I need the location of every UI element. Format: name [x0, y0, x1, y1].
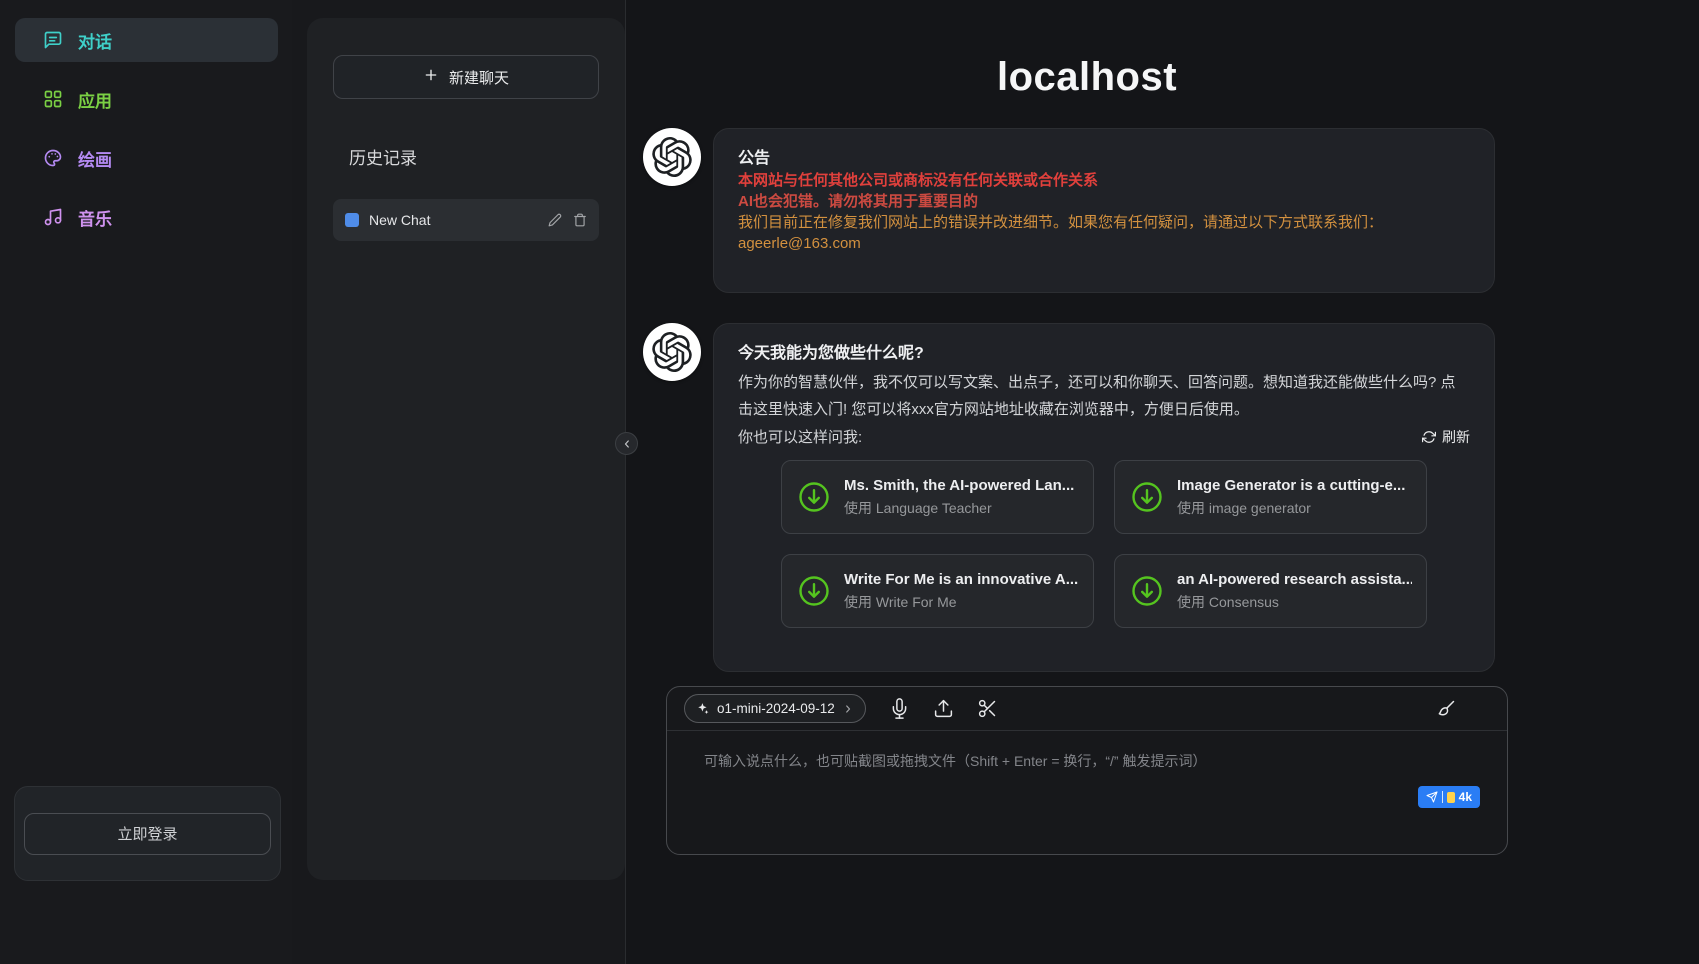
message-announcement: 公告 本网站与任何其他公司或商标没有任何关联或合作关系 AI也会犯错。请勿将其用…: [643, 128, 1495, 293]
sidebar: 对话 应用 绘画 音乐 立即登录: [0, 0, 292, 964]
sidebar-item-chat[interactable]: 对话: [15, 18, 278, 62]
login-button[interactable]: 立即登录: [24, 813, 271, 855]
microphone-icon: [889, 698, 910, 719]
chat-item-title: New Chat: [369, 212, 548, 228]
card-title: an AI-powered research assista...: [1177, 571, 1412, 588]
collapse-sidebar-button[interactable]: [615, 432, 638, 455]
sidebar-item-label: 应用: [78, 87, 112, 112]
card-title: Ms. Smith, the AI-powered Lan...: [844, 477, 1074, 494]
suggestion-card[interactable]: an AI-powered research assista... 使用 Con…: [1114, 554, 1427, 628]
history-title: 历史记录: [349, 144, 625, 169]
composer: o1-mini-2024-09-12: [666, 686, 1508, 855]
bot-avatar: [643, 128, 701, 186]
sidebar-item-label: 绘画: [78, 146, 112, 171]
edit-pencil-icon[interactable]: [548, 213, 562, 227]
card-subtitle: 使用 Language Teacher: [844, 498, 1074, 518]
composer-toolbar: o1-mini-2024-09-12: [667, 687, 1507, 731]
refresh-button[interactable]: 刷新: [1422, 427, 1470, 447]
suggestion-card[interactable]: Image Generator is a cutting-e... 使用 ima…: [1114, 460, 1427, 534]
sparkle-icon: [696, 702, 710, 716]
card-subtitle: 使用 Write For Me: [844, 592, 1078, 612]
suggestion-card[interactable]: Write For Me is an innovative A... 使用 Wr…: [781, 554, 1094, 628]
suggestion-card[interactable]: Ms. Smith, the AI-powered Lan... 使用 Lang…: [781, 460, 1094, 534]
microphone-button[interactable]: [889, 698, 910, 719]
refresh-icon: [1422, 430, 1436, 444]
sidebar-nav: 对话 应用 绘画 音乐: [0, 0, 292, 239]
chat-item-actions: [548, 213, 587, 227]
ask-hint: 你也可以这样问我:: [738, 426, 862, 447]
chevron-right-icon: [842, 703, 854, 715]
bot-avatar: [643, 323, 701, 381]
chat-main: localhost 公告 本网站与任何其他公司或商标没有任何关联或合作关系 AI…: [626, 0, 1699, 964]
chat-list-item[interactable]: New Chat: [333, 199, 599, 241]
new-chat-button[interactable]: 新建聊天: [333, 55, 599, 99]
download-circle-icon: [1129, 573, 1165, 609]
message-welcome: 今天我能为您做些什么呢? 作为你的智慧伙伴，我不仅可以写文案、出点子，还可以和你…: [643, 323, 1495, 672]
card-subtitle: 使用 Consensus: [1177, 592, 1412, 612]
login-panel: 立即登录: [14, 786, 281, 881]
card-subtitle: 使用 image generator: [1177, 498, 1405, 518]
suggestion-cards: Ms. Smith, the AI-powered Lan... 使用 Lang…: [781, 460, 1427, 628]
openai-logo-icon: [652, 137, 692, 177]
card-title: Image Generator is a cutting-e...: [1177, 477, 1405, 494]
welcome-bubble: 今天我能为您做些什么呢? 作为你的智慧伙伴，我不仅可以写文案、出点子，还可以和你…: [713, 323, 1495, 672]
openai-logo-icon: [652, 332, 692, 372]
model-name: o1-mini-2024-09-12: [717, 701, 835, 716]
card-title: Write For Me is an innovative A...: [844, 571, 1078, 588]
scissors-icon: [977, 698, 998, 719]
announcement-title: 公告: [738, 147, 1470, 170]
download-circle-icon: [1129, 479, 1165, 515]
chat-bubble-icon: [43, 30, 63, 50]
welcome-title: 今天我能为您做些什么呢?: [738, 342, 1470, 365]
send-plane-icon: [1426, 791, 1438, 803]
download-circle-icon: [796, 479, 832, 515]
badge-separator: [1442, 791, 1443, 803]
app-window: 对话 应用 绘画 音乐 立即登录: [0, 0, 1699, 964]
token-usage-badge[interactable]: 4k: [1418, 786, 1480, 808]
token-icon: [1447, 792, 1455, 803]
token-count: 4k: [1459, 790, 1472, 804]
sidebar-item-label: 音乐: [78, 205, 112, 230]
ask-row: 你也可以这样问我: 刷新: [738, 426, 1470, 447]
refresh-label: 刷新: [1442, 427, 1470, 447]
sidebar-item-apps[interactable]: 应用: [15, 77, 278, 121]
chevron-left-icon: [621, 438, 633, 450]
announcement-line: AI也会犯错。请勿将其用于重要目的: [738, 191, 1470, 212]
palette-icon: [43, 148, 63, 168]
sidebar-item-label: 对话: [78, 28, 112, 53]
page-title: localhost: [666, 55, 1508, 100]
music-note-icon: [43, 207, 63, 227]
delete-trash-icon[interactable]: [573, 213, 587, 227]
sidebar-item-music[interactable]: 音乐: [15, 195, 278, 239]
announcement-line: 我们目前正在修复我们网站上的错误并改进细节。如果您有任何疑问，请通过以下方式联系…: [738, 212, 1470, 233]
broom-icon: [1436, 698, 1457, 719]
upload-icon: [933, 698, 954, 719]
chat-avatar-square: [345, 213, 359, 227]
sidebar-item-drawing[interactable]: 绘画: [15, 136, 278, 180]
apps-grid-icon: [43, 89, 63, 109]
scissors-button[interactable]: [977, 698, 998, 719]
new-chat-label: 新建聊天: [449, 67, 509, 88]
announcement-bubble: 公告 本网站与任何其他公司或商标没有任何关联或合作关系 AI也会犯错。请勿将其用…: [713, 128, 1495, 293]
welcome-body: 作为你的智慧伙伴，我不仅可以写文案、出点子，还可以和你聊天、回答问题。想知道我还…: [738, 369, 1470, 423]
contact-email-link[interactable]: ageerle@163.com: [738, 233, 1470, 254]
message-input[interactable]: [667, 731, 1507, 855]
download-circle-icon: [796, 573, 832, 609]
model-selector[interactable]: o1-mini-2024-09-12: [684, 694, 866, 723]
chat-list-panel: 新建聊天 历史记录 New Chat: [307, 18, 625, 880]
upload-button[interactable]: [933, 698, 954, 719]
plus-icon: [423, 67, 439, 87]
announcement-line: 本网站与任何其他公司或商标没有任何关联或合作关系: [738, 170, 1470, 191]
clear-broom-button[interactable]: [1436, 698, 1457, 719]
